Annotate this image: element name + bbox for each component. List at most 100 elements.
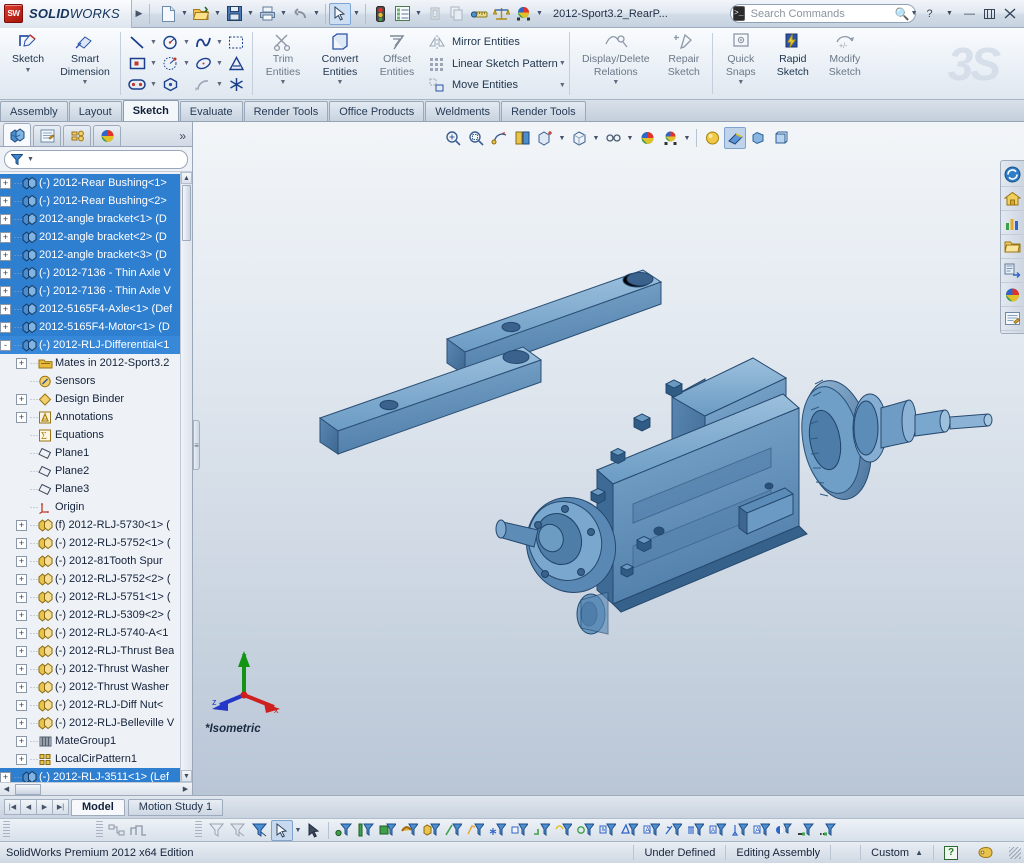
filter-axes-icon[interactable] — [442, 820, 464, 841]
filter-edges-icon[interactable] — [354, 820, 376, 841]
undo-icon[interactable] — [289, 3, 311, 25]
filter-off-icon[interactable] — [205, 820, 227, 841]
filter-dimensions-icon[interactable] — [596, 820, 618, 841]
scroll-up-arrow-icon[interactable]: ▲ — [181, 172, 192, 184]
status-help-cell[interactable]: ? — [933, 845, 968, 860]
prev-tab-button[interactable]: ◀ — [20, 799, 37, 815]
toolbar-grip-3[interactable] — [195, 821, 202, 839]
feature-manager-tab[interactable] — [3, 123, 31, 146]
filter-center-marks-icon[interactable] — [552, 820, 574, 841]
panel-splitter-handle[interactable]: ≡ — [193, 420, 200, 470]
solidworks-resources-icon[interactable] — [1001, 163, 1023, 187]
tree-expand-13[interactable]: + — [16, 411, 27, 423]
menu-expand-caret[interactable]: ▶ — [132, 8, 146, 19]
tree-expand-7[interactable]: + — [0, 303, 11, 315]
filter-hatch-icon[interactable]: A — [706, 820, 728, 841]
component-properties-icon[interactable] — [424, 3, 446, 25]
linear-sketch-pattern-row[interactable]: Linear Sketch Pattern ▼ — [425, 53, 567, 75]
measure-icon[interactable] — [468, 3, 490, 25]
offset-entities-button[interactable]: Offset Entities — [371, 29, 423, 98]
options-dropdown-icon[interactable]: ▼ — [413, 3, 424, 25]
question-mark-icon[interactable]: ? — [944, 845, 958, 860]
rectangle-tool[interactable]: ▼ — [125, 53, 158, 73]
save-document-dropdown-icon[interactable]: ▼ — [245, 3, 256, 25]
feature-tree-horizontal-scrollbar[interactable]: ◀ ▶ — [0, 782, 192, 795]
filter-sketch-segments-icon[interactable] — [508, 820, 530, 841]
tree-expand-33[interactable]: + — [0, 771, 11, 782]
tree-expand-20[interactable]: + — [16, 537, 27, 549]
ellipse-tool[interactable]: ▼ — [191, 53, 224, 73]
tree-expand-21[interactable]: + — [16, 555, 27, 567]
tree-expand-32[interactable]: + — [16, 753, 27, 765]
rectangle-dropdown-arrow[interactable]: ▼ — [149, 60, 158, 67]
tree-node-9[interactable]: - ⋯ (-) 2012-RLJ-Differential<1 — [0, 336, 192, 354]
filter-faces-icon[interactable] — [376, 820, 398, 841]
tree-expand-22[interactable]: + — [16, 573, 27, 585]
tree-node-5[interactable]: + ⋯ (-) 2012-7136 - Thin Axle V — [0, 264, 192, 282]
help-icon[interactable]: ? — [920, 5, 939, 23]
tree-expand-0[interactable]: + — [0, 177, 11, 189]
resize-grip[interactable] — [1009, 846, 1021, 859]
tree-expand-29[interactable]: + — [16, 699, 27, 711]
filter-planes-icon[interactable] — [464, 820, 486, 841]
graphics-viewport[interactable]: — ▼ — [193, 122, 1024, 795]
rebuild-traffic-icon[interactable] — [369, 3, 391, 25]
magnifier-icon[interactable]: 🔍 — [895, 7, 910, 21]
tree-expand-8[interactable]: + — [0, 321, 11, 333]
convert-entities-dropdown-arrow[interactable]: ▼ — [337, 79, 344, 86]
tree-node-28[interactable]: + ⋯ (-) 2012-Thrust Washer — [0, 678, 192, 696]
file-explorer-icon[interactable] — [1001, 211, 1023, 235]
tree-node-0[interactable]: + ⋯ (-) 2012-Rear Bushing<1> — [0, 174, 192, 192]
tree-node-23[interactable]: + ⋯ (-) 2012-RLJ-5751<1> ( — [0, 588, 192, 606]
tab-assembly[interactable]: Assembly — [0, 101, 68, 121]
search-folder-icon[interactable] — [1001, 235, 1023, 259]
open-document-icon[interactable] — [190, 3, 212, 25]
filter-notes-icon[interactable] — [662, 820, 684, 841]
save-document-icon[interactable] — [223, 3, 245, 25]
filter-sketch-points-icon[interactable] — [486, 820, 508, 841]
filter-annotations-icon[interactable] — [772, 820, 794, 841]
polygon-tool[interactable] — [158, 74, 191, 94]
status-units-caret-icon[interactable]: ▲ — [915, 848, 923, 857]
feature-tree-scroll[interactable]: + ⋯ (-) 2012-Rear Bushing<1> + ⋯ (-) 2012-Re… — [0, 171, 192, 782]
slot-dropdown-arrow[interactable]: ▼ — [149, 81, 158, 88]
open-document-dropdown-icon[interactable]: ▼ — [212, 3, 223, 25]
filter-blocks-icon[interactable] — [728, 820, 750, 841]
select-dropdown-icon[interactable]: ▼ — [351, 3, 362, 25]
scroll-left-arrow-icon[interactable]: ◀ — [0, 785, 13, 793]
tree-expand-28[interactable]: + — [16, 681, 27, 693]
tree-expand-1[interactable]: + — [0, 195, 11, 207]
sketch-dropdown-arrow[interactable]: ▼ — [25, 67, 32, 74]
last-tab-button[interactable]: ▶| — [52, 799, 69, 815]
tree-node-31[interactable]: + ⋯ MateGroup1 — [0, 732, 192, 750]
tree-expand-3[interactable]: + — [0, 231, 11, 243]
filter-datums-icon[interactable]: A — [750, 820, 772, 841]
filter-surface-finish-icon[interactable] — [618, 820, 640, 841]
text-tool[interactable] — [224, 53, 248, 73]
display-delete-relations-button[interactable]: Display/Delete Relations ▼ — [574, 29, 658, 98]
options-list-icon[interactable] — [391, 3, 413, 25]
step-icon[interactable] — [128, 820, 150, 841]
tree-node-4[interactable]: + ⋯ 2012-angle bracket<3> (D — [0, 246, 192, 264]
filter-solid-bodies-icon[interactable] — [420, 820, 442, 841]
tree-tabs-overflow[interactable]: » — [179, 129, 186, 146]
search-commands-box[interactable]: >_ 🔍 ▼ — [730, 4, 918, 23]
h-scroll-thumb[interactable] — [15, 783, 41, 795]
tree-node-14[interactable]: ⋯ Σ Equations — [0, 426, 192, 444]
filter-centerlines-icon[interactable] — [574, 820, 596, 841]
scroll-right-arrow-icon[interactable]: ▶ — [179, 785, 192, 793]
filter-all-off-icon[interactable] — [816, 820, 838, 841]
tree-node-20[interactable]: + ⋯ (-) 2012-RLJ-5752<1> ( — [0, 534, 192, 552]
print-document-dropdown-icon[interactable]: ▼ — [278, 3, 289, 25]
move-entities-row[interactable]: Move Entities ▼ — [425, 74, 567, 96]
trim-entities-button[interactable]: Trim Entities ▼ — [257, 29, 309, 98]
slot-tool[interactable]: ▼ — [125, 74, 158, 94]
solidworks-logo[interactable]: SW SOLIDWORKS — [0, 0, 132, 28]
tree-expand-19[interactable]: + — [16, 519, 27, 531]
tree-expand-2[interactable]: + — [0, 213, 11, 225]
repair-sketch-button[interactable]: Repair Sketch — [658, 29, 710, 98]
filter-dropdown-caret[interactable]: ▼ — [27, 156, 34, 163]
tab-motion-study-1[interactable]: Motion Study 1 — [127, 798, 224, 816]
tree-expand-4[interactable]: + — [0, 249, 11, 261]
filter-balloons-icon[interactable] — [684, 820, 706, 841]
